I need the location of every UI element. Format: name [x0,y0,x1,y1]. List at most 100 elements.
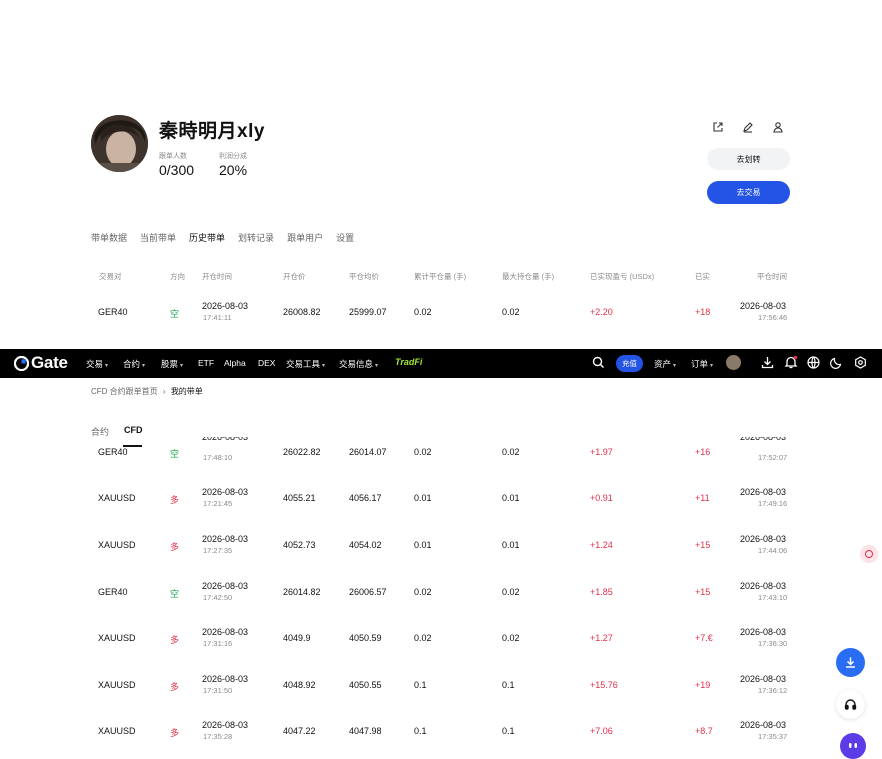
profit-share-label: 利润分成 [219,153,247,160]
open-date: 2026-08-03 [202,720,249,730]
user-icon[interactable] [766,115,790,139]
nav-alpha[interactable]: Alpha [224,358,246,368]
close-time: 17:44:06 [758,546,788,555]
col-open-price: 开仓价 [283,272,306,281]
edit-icon[interactable] [736,115,760,139]
realized-pnl: +1.97 [590,447,613,457]
nav-tradfi[interactable]: TradFi [395,357,422,367]
max-qty: 0.02 [502,587,520,597]
page: 秦時明月xly 跟单人数 0/300 利润分成 20% 去划转 去交易 带单数据… [0,0,882,759]
tab-settings[interactable]: 设置 [336,231,354,244]
nav-trade[interactable]: 交易 ▾ [86,358,108,370]
tab-lead-data[interactable]: 带单数据 [91,231,127,244]
transfer-button[interactable]: 去划转 [707,148,790,170]
nav-trading-tools[interactable]: 交易工具 ▾ [286,358,325,370]
breadcrumb: CFD 合约跟单首页 › 我的带单 [91,386,203,397]
close-date: 2026-08-03 [740,534,787,544]
max-qty: 0.02 [502,633,520,643]
settings-gear-icon[interactable] [854,356,867,374]
avatar [91,115,148,172]
search-icon[interactable] [592,356,605,374]
open-time: 17:48:10 [203,453,233,462]
nav-assets[interactable]: 资产 ▾ [654,358,676,370]
pair: XAUUSD [98,680,136,690]
share-icon[interactable] [706,115,730,139]
tab-history-lead[interactable]: 历史带单 [189,231,225,244]
nav-trading-info[interactable]: 交易信息 ▾ [339,358,378,370]
close-time: 17:36:30 [758,639,788,648]
deposit-button[interactable]: 充值 [616,355,643,372]
close-time: 17:56:46 [758,313,788,322]
realized-pnl: +7.06 [590,726,613,736]
close-price: 4054.02 [349,540,382,550]
direction: 空 [170,449,180,459]
gate-logo[interactable]: Gate [14,353,68,373]
open-price: 4049.9 [283,633,311,643]
realized-pnl: +2.20 [590,307,613,317]
tab-followers[interactable]: 跟单用户 [287,231,323,244]
realized-partial: +15 [695,587,711,597]
nav-stocks[interactable]: 股票 ▾ [161,358,183,370]
breadcrumb-separator: › [162,387,166,396]
ai-assistant-icon[interactable] [840,733,866,759]
direction: 多 [170,495,180,505]
partial-close-date: 2026-08-03 [740,437,787,442]
close-date: 2026-08-03 [740,627,787,637]
close-time: 17:35:37 [758,732,788,741]
realized-partial: +19 [695,680,711,690]
tab-transfer-records[interactable]: 划转记录 [238,231,274,244]
gate-logo-icon [14,355,29,371]
open-time: 17:41:11 [203,313,232,322]
close-date: 2026-08-03 [740,301,787,311]
open-date: 2026-08-03 [202,487,249,497]
promo-float-icon[interactable] [860,545,878,563]
max-qty: 0.01 [502,493,520,503]
col-max-qty: 最大持仓量 (手) [502,272,555,281]
col-closed-qty: 累计平仓量 (手) [414,272,467,281]
nav-futures[interactable]: 合约 ▾ [123,358,145,370]
breadcrumb-current: 我的带单 [170,387,203,396]
close-time: 17:52:07 [758,453,788,462]
download-float-button[interactable] [836,648,865,677]
realized-pnl: +0.91 [590,493,613,503]
subtab-futures[interactable]: 合约 [91,425,109,438]
subtab-cfd[interactable]: CFD [124,425,143,435]
direction: 多 [170,635,180,645]
closed-qty: 0.02 [414,587,432,597]
col-pair: 交易对 [99,272,122,281]
realized-pnl: +1.85 [590,587,613,597]
close-date: 2026-08-03 [740,720,787,730]
open-price: 4047.22 [283,726,316,736]
headset-support-button[interactable] [836,690,865,719]
globe-icon[interactable] [807,356,820,374]
nav-dex[interactable]: DEX [258,358,275,368]
open-price: 4048.92 [283,680,316,690]
open-time: 17:42:50 [203,593,233,602]
realized-pnl: +1.24 [590,540,613,550]
open-date: 2026-08-03 [202,674,249,684]
nav-etf[interactable]: ETF [198,358,214,368]
closed-qty: 0.02 [414,307,432,317]
realized-partial: +15 [695,540,711,550]
breadcrumb-parent[interactable]: CFD 合约跟单首页 [91,387,158,396]
close-price: 4056.17 [349,493,382,503]
user-avatar-icon[interactable] [726,355,741,370]
moon-icon[interactable] [830,356,843,374]
col-realized-pnl: 已实现盈亏 (USDx) [590,272,655,281]
tab-current-lead[interactable]: 当前带单 [140,231,176,244]
max-qty: 0.02 [502,307,520,317]
closed-qty: 0.1 [414,726,427,736]
close-price: 4047.98 [349,726,382,736]
nav-orders[interactable]: 订单 ▾ [691,358,713,370]
col-realized-partial: 已实 [695,272,710,281]
download-icon[interactable] [761,356,774,374]
direction: 多 [170,682,180,692]
bell-icon[interactable] [784,355,798,374]
realized-partial: +16 [695,447,711,457]
trade-button[interactable]: 去交易 [707,181,790,204]
realized-pnl: +1.27 [590,633,613,643]
direction: 多 [170,728,180,738]
open-date: 2026-08-03 [202,627,249,637]
open-date: 2026-08-03 [202,301,249,311]
logo-text: Gate [31,353,68,372]
